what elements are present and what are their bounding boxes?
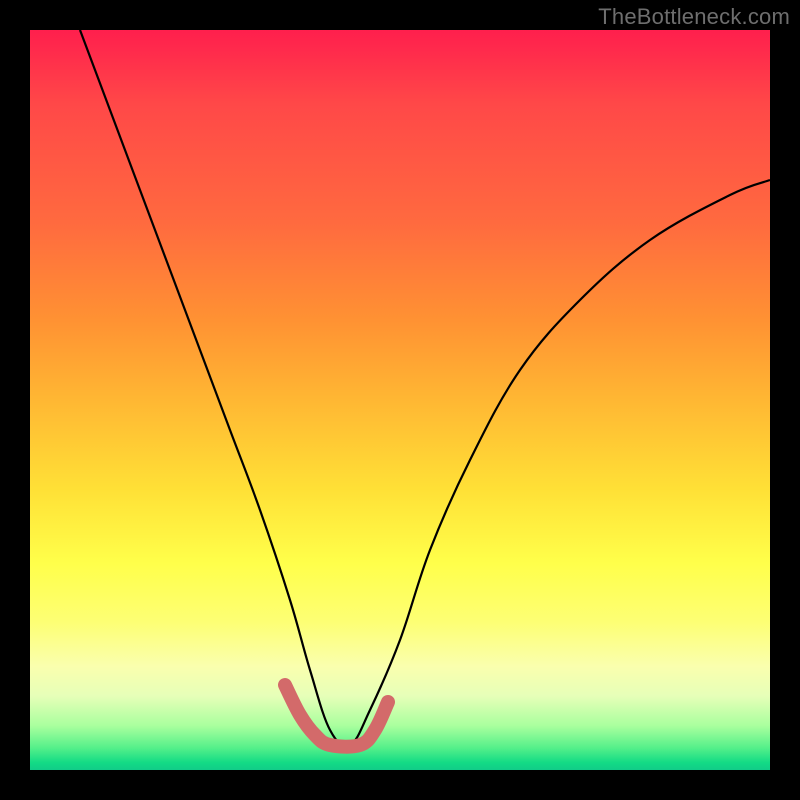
bottleneck-curve (80, 30, 770, 746)
chart-frame: TheBottleneck.com (0, 0, 800, 800)
plot-area (30, 30, 770, 770)
curve-svg (30, 30, 770, 770)
optimal-bracket (285, 685, 388, 747)
watermark-text: TheBottleneck.com (598, 4, 790, 30)
